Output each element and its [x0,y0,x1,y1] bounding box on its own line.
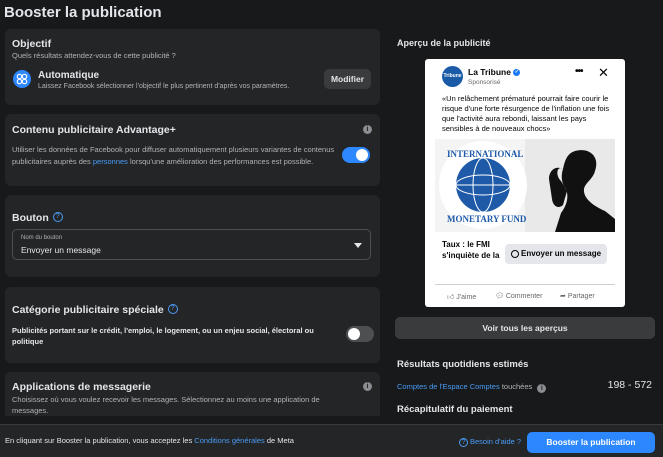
results-value: 198 - 572 [607,379,652,391]
link-title: Taux : le FMI s'inquiète de la [442,240,500,260]
help-icon: ? [459,437,468,447]
toggle-knob [348,328,360,340]
button-card: Bouton? Nom du bouton Envoyer un message [5,195,380,277]
terms-link[interactable]: Conditions générales [194,436,264,445]
advantage-description: Utiliser les données de Facebook pour di… [12,144,337,167]
results-title: Résultats quotidiens estimés [397,359,529,370]
boost-button[interactable]: Booster la publication [527,432,655,453]
accounts-center-link[interactable]: Comptes de l'Espace Comptes [397,382,500,391]
modify-button[interactable]: Modifier [324,69,371,89]
category-header: Catégorie publicitaire spéciale? [12,300,178,318]
sponsored-label: Sponsorisé [468,79,501,86]
imf-seal-bottom: MONETARY FUND [447,214,527,224]
messaging-description: Choisissez où vous voulez recevoir les m… [12,395,320,415]
advantage-toggle[interactable] [342,147,370,163]
button-section-title: Bouton [12,212,49,224]
advantage-desc-text-end: lorsqu'une amélioration des performances… [130,156,314,166]
info-icon[interactable]: i [363,125,372,134]
automatic-description: Laissez Facebook sélectionner l'objectif… [38,83,290,90]
messenger-icon [511,249,519,258]
chevron-down-icon [354,243,362,248]
category-description: Publicités portant sur le crédit, l'empl… [12,326,314,346]
messaging-apps-card: Applications de messagerie i Choisissez … [5,372,380,416]
preview-heading: Aperçu de la publicité [397,38,491,48]
page-name: La Tribune ✓ [468,67,521,77]
button-name-select[interactable]: Nom du bouton Envoyer un message [12,229,371,260]
help-link[interactable]: ? Besoin d'aide ? [459,437,521,447]
comment-icon: 💬︎ [495,293,504,300]
like-label: J'aime [456,294,477,301]
help-icon[interactable]: ? [52,211,63,222]
special-category-card: Catégorie publicitaire spéciale? Publici… [5,287,380,363]
terms-before: En cliquant sur Booster la publication, … [5,436,193,445]
category-toggle[interactable] [346,326,374,342]
post-divider [435,284,615,285]
post-text: «Un relâchement prématuré pourrait faire… [442,94,610,133]
messaging-title: Applications de messagerie [12,381,151,393]
objective-card: Objectif Quels résultats attendez-vous d… [5,29,380,105]
category-title: Catégorie publicitaire spéciale [12,304,164,316]
objective-subtitle: Quels résultats attendez-vous de cette p… [12,51,176,60]
automatic-icon [13,70,31,88]
info-icon[interactable]: i [363,382,372,391]
advantage-title: Contenu publicitaire Advantage+ [12,124,176,136]
imf-seal-top: INTERNATIONAL [447,149,524,159]
page-title: Booster la publication [4,4,162,21]
select-label: Nom du bouton [21,235,63,241]
cta-label: Envoyer un message [521,249,602,258]
button-section-header: Bouton? [12,208,63,226]
help-icon[interactable]: ? [167,303,178,314]
results-metric: Comptes de l'Espace Comptes touchées i [397,382,547,393]
automatic-label: Automatique [38,70,100,81]
comment-label: Commenter [505,293,543,300]
objective-title: Objectif [12,38,52,50]
verified-icon: ✓ [513,69,521,77]
cta-send-message-button[interactable]: Envoyer un message [505,244,607,264]
persons-link[interactable]: personnes [93,157,128,166]
thumbs-up-icon: 👍︎ [447,294,455,301]
terms-after: de Meta [266,436,294,445]
close-icon[interactable]: ✕ [598,65,609,81]
share-icon: ➦ [560,293,566,300]
post-image: INTERNATIONAL MONETARY FUND [435,139,615,232]
toggle-knob [356,149,368,161]
ad-preview-post: Tribune La Tribune ✓ Sponsorisé ••• ✕ «U… [425,59,625,307]
payment-summary-title: Récapitulatif du paiement [397,404,513,415]
comment-action[interactable]: 💬︎ Commenter [495,292,542,300]
footer-bar: En cliquant sur Booster la publication, … [0,424,663,457]
results-metric-suffix: touchées [501,382,533,391]
terms-text: En cliquant sur Booster la publication, … [5,436,294,445]
page-avatar: Tribune [442,66,463,87]
help-label: Besoin d'aide ? [470,437,522,446]
all-previews-button[interactable]: Voir tous les aperçus [395,317,655,339]
more-options-icon[interactable]: ••• [575,66,583,77]
select-value: Envoyer un message [21,245,101,255]
advantage-card: Contenu publicitaire Advantage+ i Utilis… [5,114,380,186]
like-action[interactable]: 👍︎ J'aime [447,292,476,301]
share-action[interactable]: ➦ Partager [560,292,595,300]
page-name-text: La Tribune [468,67,511,77]
info-icon[interactable]: i [537,384,547,393]
share-label: Partager [567,293,595,300]
